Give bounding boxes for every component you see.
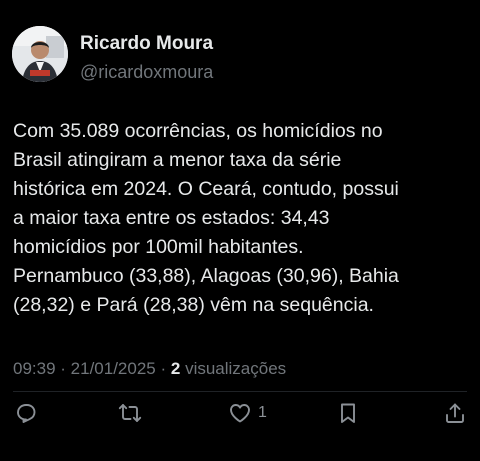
handle[interactable]: @ricardoxmoura	[80, 60, 213, 84]
meta-separator: ·	[55, 359, 71, 378]
tweet-header: Ricardo Moura @ricardoxmoura	[12, 26, 213, 84]
action-bar: 1	[0, 398, 480, 428]
retweet-icon	[118, 404, 142, 422]
tweet-time[interactable]: 09:39	[13, 359, 56, 378]
like-button[interactable]: 1	[228, 398, 267, 428]
retweet-button[interactable]	[118, 398, 142, 428]
share-button[interactable]	[443, 398, 467, 428]
avatar[interactable]	[12, 26, 68, 82]
meta-separator: ·	[155, 359, 171, 378]
display-name[interactable]: Ricardo Moura	[80, 32, 213, 56]
views-label: visualizações	[185, 359, 287, 378]
like-count: 1	[258, 404, 267, 421]
share-icon	[446, 403, 464, 423]
tweet-date[interactable]: 21/01/2025	[71, 359, 156, 378]
reply-icon	[17, 404, 36, 423]
tweet-meta: 09:39 · 21/01/2025 · 2 visualizações	[13, 357, 286, 381]
tweet-text: Com 35.089 ocorrências, os homicídios no…	[13, 120, 399, 316]
author-names: Ricardo Moura @ricardoxmoura	[80, 26, 213, 84]
divider	[13, 391, 467, 392]
views-count: 2	[170, 359, 181, 378]
bookmark-icon	[341, 403, 355, 423]
tweet: Ricardo Moura @ricardoxmoura Com 35.089 …	[0, 0, 480, 461]
heart-icon	[230, 404, 250, 423]
bookmark-button[interactable]	[336, 398, 360, 428]
reply-button[interactable]	[14, 398, 38, 428]
